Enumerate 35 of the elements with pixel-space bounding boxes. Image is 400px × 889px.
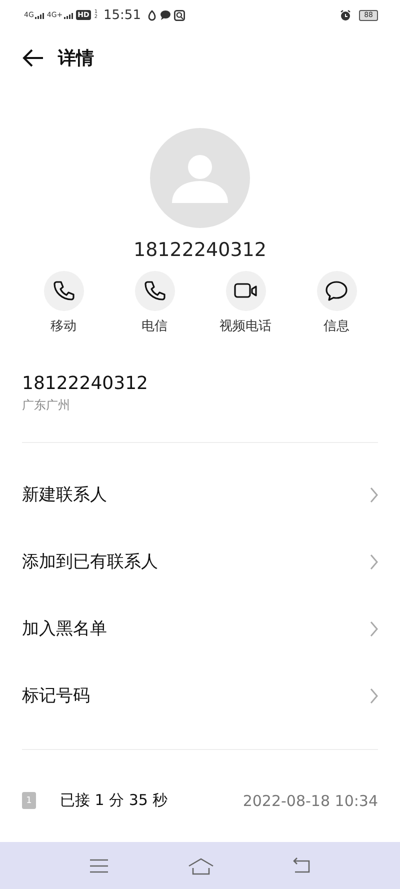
phone-number: 18122240312 — [134, 239, 266, 261]
phone-icon — [143, 280, 166, 302]
location-label: 广东广州 — [22, 397, 71, 414]
chevron-right-icon — [370, 486, 378, 502]
phone-icon — [52, 280, 75, 302]
search-app-icon — [174, 10, 185, 20]
phone-number: 18122240312 — [22, 373, 149, 394]
alarm-icon — [340, 10, 352, 20]
video-action-button[interactable]: 视频电话 — [206, 271, 286, 335]
signal-icon — [64, 12, 73, 18]
chevron-right-icon — [370, 620, 378, 636]
page-title: 详情 — [58, 47, 94, 70]
chevron-right-icon — [370, 688, 378, 704]
sim-badge: 1 — [22, 792, 36, 809]
menu-item[interactable]: 新建联系人 — [22, 461, 378, 528]
back-icon — [292, 857, 311, 874]
call-time: 2022-08-18 10:34 — [242, 792, 378, 810]
call-status: 已接 1 分 35 秒 — [60, 791, 169, 810]
flame-icon — [146, 10, 157, 20]
back-arrow-icon — [22, 48, 44, 68]
menu-icon — [89, 858, 110, 874]
signal-icon — [34, 12, 44, 18]
home-icon — [188, 856, 214, 874]
message-action-button[interactable]: 信息 — [296, 271, 376, 335]
chevron-right-icon — [370, 554, 378, 570]
back-button[interactable] — [22, 48, 44, 68]
clock: 15:51 — [104, 8, 141, 22]
chat-icon — [160, 10, 171, 20]
menu-item[interactable]: 标记号码 — [22, 662, 378, 729]
speech-bubble-icon — [325, 280, 348, 302]
call-action-button[interactable]: 移动 — [24, 271, 104, 335]
person-silhouette-icon — [172, 154, 228, 202]
call-action-button[interactable]: 电信 — [114, 271, 194, 335]
menu-item[interactable]: 添加到已有联系人 — [22, 528, 378, 595]
menu-item[interactable]: 加入黑名单 — [22, 595, 378, 662]
